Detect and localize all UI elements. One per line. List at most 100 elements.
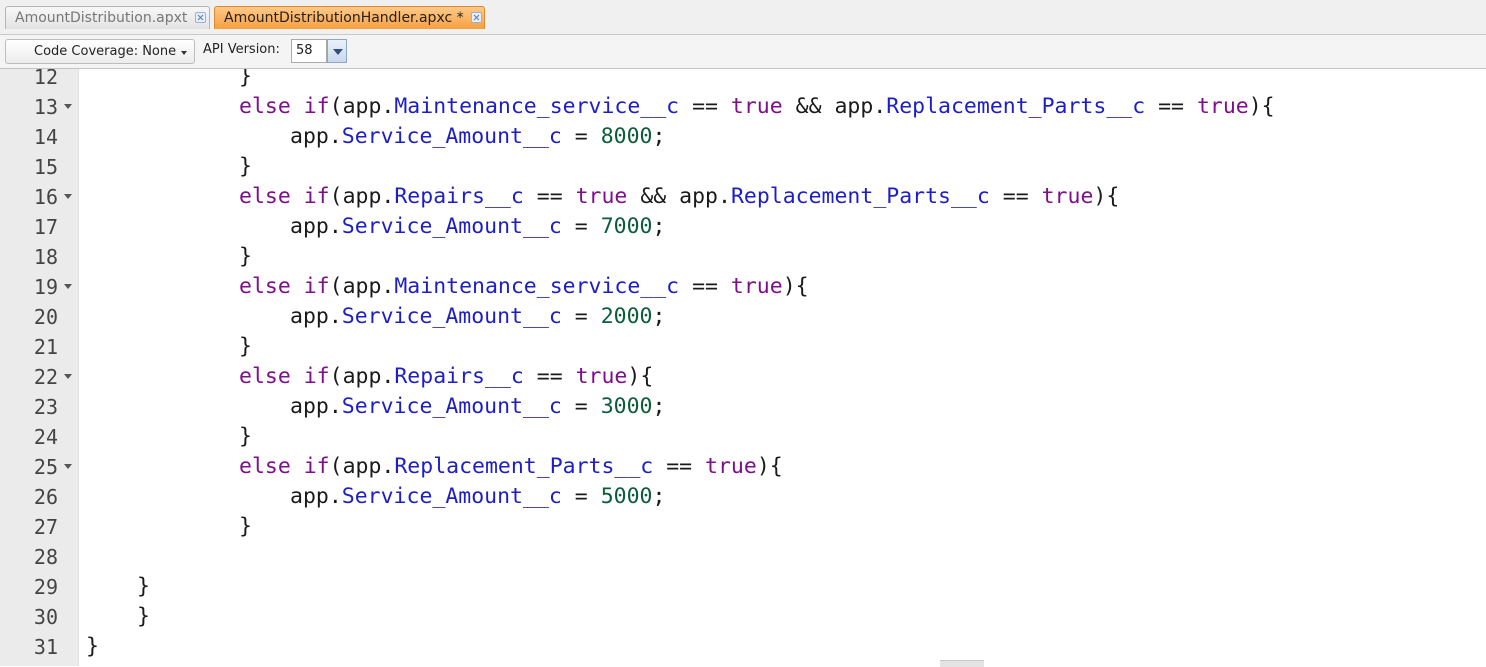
code-token: ==: [523, 364, 576, 389]
line-number: 25: [33, 455, 58, 479]
code-token: ;: [652, 124, 666, 149]
code-token: }: [137, 604, 150, 629]
line-number: 13: [33, 95, 58, 119]
field-token: Service_Amount__c: [341, 484, 562, 509]
code-token: app.: [290, 214, 342, 239]
code-token: app.: [290, 394, 342, 419]
code-line[interactable]: 28: [0, 547, 1486, 579]
number-token: 2000: [600, 304, 653, 329]
fold-toggle-icon[interactable]: [64, 104, 72, 109]
code-text: app.Service_Amount__c = 5000;: [290, 486, 665, 508]
code-text: }: [239, 516, 252, 538]
code-token: }: [239, 514, 252, 539]
line-number: 22: [33, 365, 58, 389]
code-text: }: [239, 336, 252, 358]
code-token: ){: [756, 454, 783, 479]
number-token: 5000: [600, 484, 653, 509]
code-text: else if(app.Maintenance_service__c == tr…: [239, 276, 809, 298]
code-text: app.Service_Amount__c = 2000;: [290, 306, 665, 328]
code-text: }: [239, 156, 252, 178]
code-line[interactable]: 25 else if(app.Replacement_Parts__c == tr…: [0, 455, 1486, 489]
code-line[interactable]: 16 else if(app.Repairs__c == true && app.…: [0, 186, 1486, 219]
keyword-token: true: [575, 184, 628, 209]
close-tab-icon[interactable]: [195, 12, 206, 23]
editor-tab-bar: AmountDistribution.apxt AmountDistributi…: [0, 0, 1486, 35]
code-token: (app.: [329, 184, 395, 209]
tab-amount-distribution-apxt[interactable]: AmountDistribution.apxt: [5, 6, 210, 29]
code-text: }: [86, 636, 99, 658]
code-line[interactable]: 13 else if(app.Maintenance_service__c == …: [0, 95, 1486, 129]
code-text: else if(app.Replacement_Parts__c == true…: [239, 456, 783, 478]
api-version-field[interactable]: 58: [291, 39, 327, 63]
code-line[interactable]: 20 app.Service_Amount__c = 2000;: [0, 305, 1486, 339]
code-token: ;: [652, 214, 666, 239]
code-coverage-dropdown[interactable]: Code Coverage: None: [5, 39, 195, 64]
number-token: 3000: [600, 394, 653, 419]
code-line[interactable]: 30}: [0, 605, 1486, 639]
code-text: }: [239, 246, 252, 268]
fold-toggle-icon[interactable]: [64, 284, 72, 289]
code-token: }: [239, 154, 252, 179]
code-line[interactable]: 22 else if(app.Repairs__c == true){: [0, 365, 1486, 399]
code-line[interactable]: 23 app.Service_Amount__c = 3000;: [0, 396, 1486, 429]
keyword-token: if: [303, 364, 330, 389]
code-token: ==: [989, 184, 1042, 209]
code-token: app.: [290, 484, 342, 509]
code-line[interactable]: 21}: [0, 335, 1486, 369]
code-token: ==: [1145, 94, 1197, 119]
code-editor[interactable]: 12} 13 else if(app.Maintenance_service__c …: [0, 69, 1486, 666]
line-number: 21: [33, 335, 58, 359]
code-coverage-label: Code Coverage: None: [34, 44, 177, 59]
close-tab-icon[interactable]: [471, 12, 482, 23]
line-number: 19: [33, 275, 58, 299]
code-text: }: [239, 426, 252, 448]
code-text: }: [137, 576, 150, 598]
line-number: 20: [33, 305, 58, 329]
line-number: 15: [33, 155, 58, 179]
code-token: app.: [290, 304, 342, 329]
tab-label: AmountDistributionHandler.apxc *: [224, 10, 464, 26]
line-number: 14: [33, 125, 58, 149]
field-token: Replacement_Parts__c: [886, 94, 1146, 119]
field-token: Service_Amount__c: [341, 394, 562, 419]
code-line[interactable]: 31}: [0, 636, 1486, 666]
code-token: }: [239, 244, 252, 269]
tab-amount-distribution-handler-apxc[interactable]: AmountDistributionHandler.apxc *: [214, 6, 485, 29]
code-token: (app.: [329, 454, 395, 479]
code-token: (app.: [329, 364, 395, 389]
code-line[interactable]: 14 app.Service_Amount__c = 8000;: [0, 125, 1486, 159]
line-number: 24: [33, 425, 58, 449]
code-line[interactable]: 19 else if(app.Maintenance_service__c == …: [0, 275, 1486, 309]
code-line[interactable]: 29}: [0, 576, 1486, 609]
code-token: ;: [652, 484, 666, 509]
code-token: }: [137, 574, 150, 599]
code-line[interactable]: 17 app.Service_Amount__c = 7000;: [0, 216, 1486, 249]
code-line[interactable]: 27}: [0, 516, 1486, 549]
field-token: Service_Amount__c: [341, 124, 562, 149]
code-token: ){: [1093, 184, 1120, 209]
code-token: =: [561, 214, 601, 239]
line-number: 18: [33, 245, 58, 269]
keyword-token: true: [1041, 184, 1094, 209]
code-token: ==: [523, 184, 576, 209]
code-text: }: [137, 606, 150, 628]
code-token: ;: [652, 394, 666, 419]
code-line[interactable]: 26 app.Service_Amount__c = 5000;: [0, 486, 1486, 519]
code-token: }: [239, 334, 252, 359]
keyword-token: else: [239, 274, 291, 299]
line-number: 30: [33, 605, 58, 629]
code-token: ==: [679, 94, 731, 119]
field-token: Repairs__c: [394, 184, 524, 209]
keyword-token: if: [303, 274, 330, 299]
fold-toggle-icon[interactable]: [64, 194, 72, 199]
keyword-token: true: [730, 274, 783, 299]
fold-toggle-icon[interactable]: [64, 374, 72, 379]
keyword-token: if: [303, 184, 330, 209]
keyword-token: else: [239, 184, 291, 209]
api-version-dropdown-button[interactable]: [327, 39, 347, 63]
editor-toolbar: Code Coverage: None API Version: 58: [0, 35, 1486, 69]
fold-toggle-icon[interactable]: [64, 464, 72, 469]
keyword-token: else: [239, 454, 291, 479]
